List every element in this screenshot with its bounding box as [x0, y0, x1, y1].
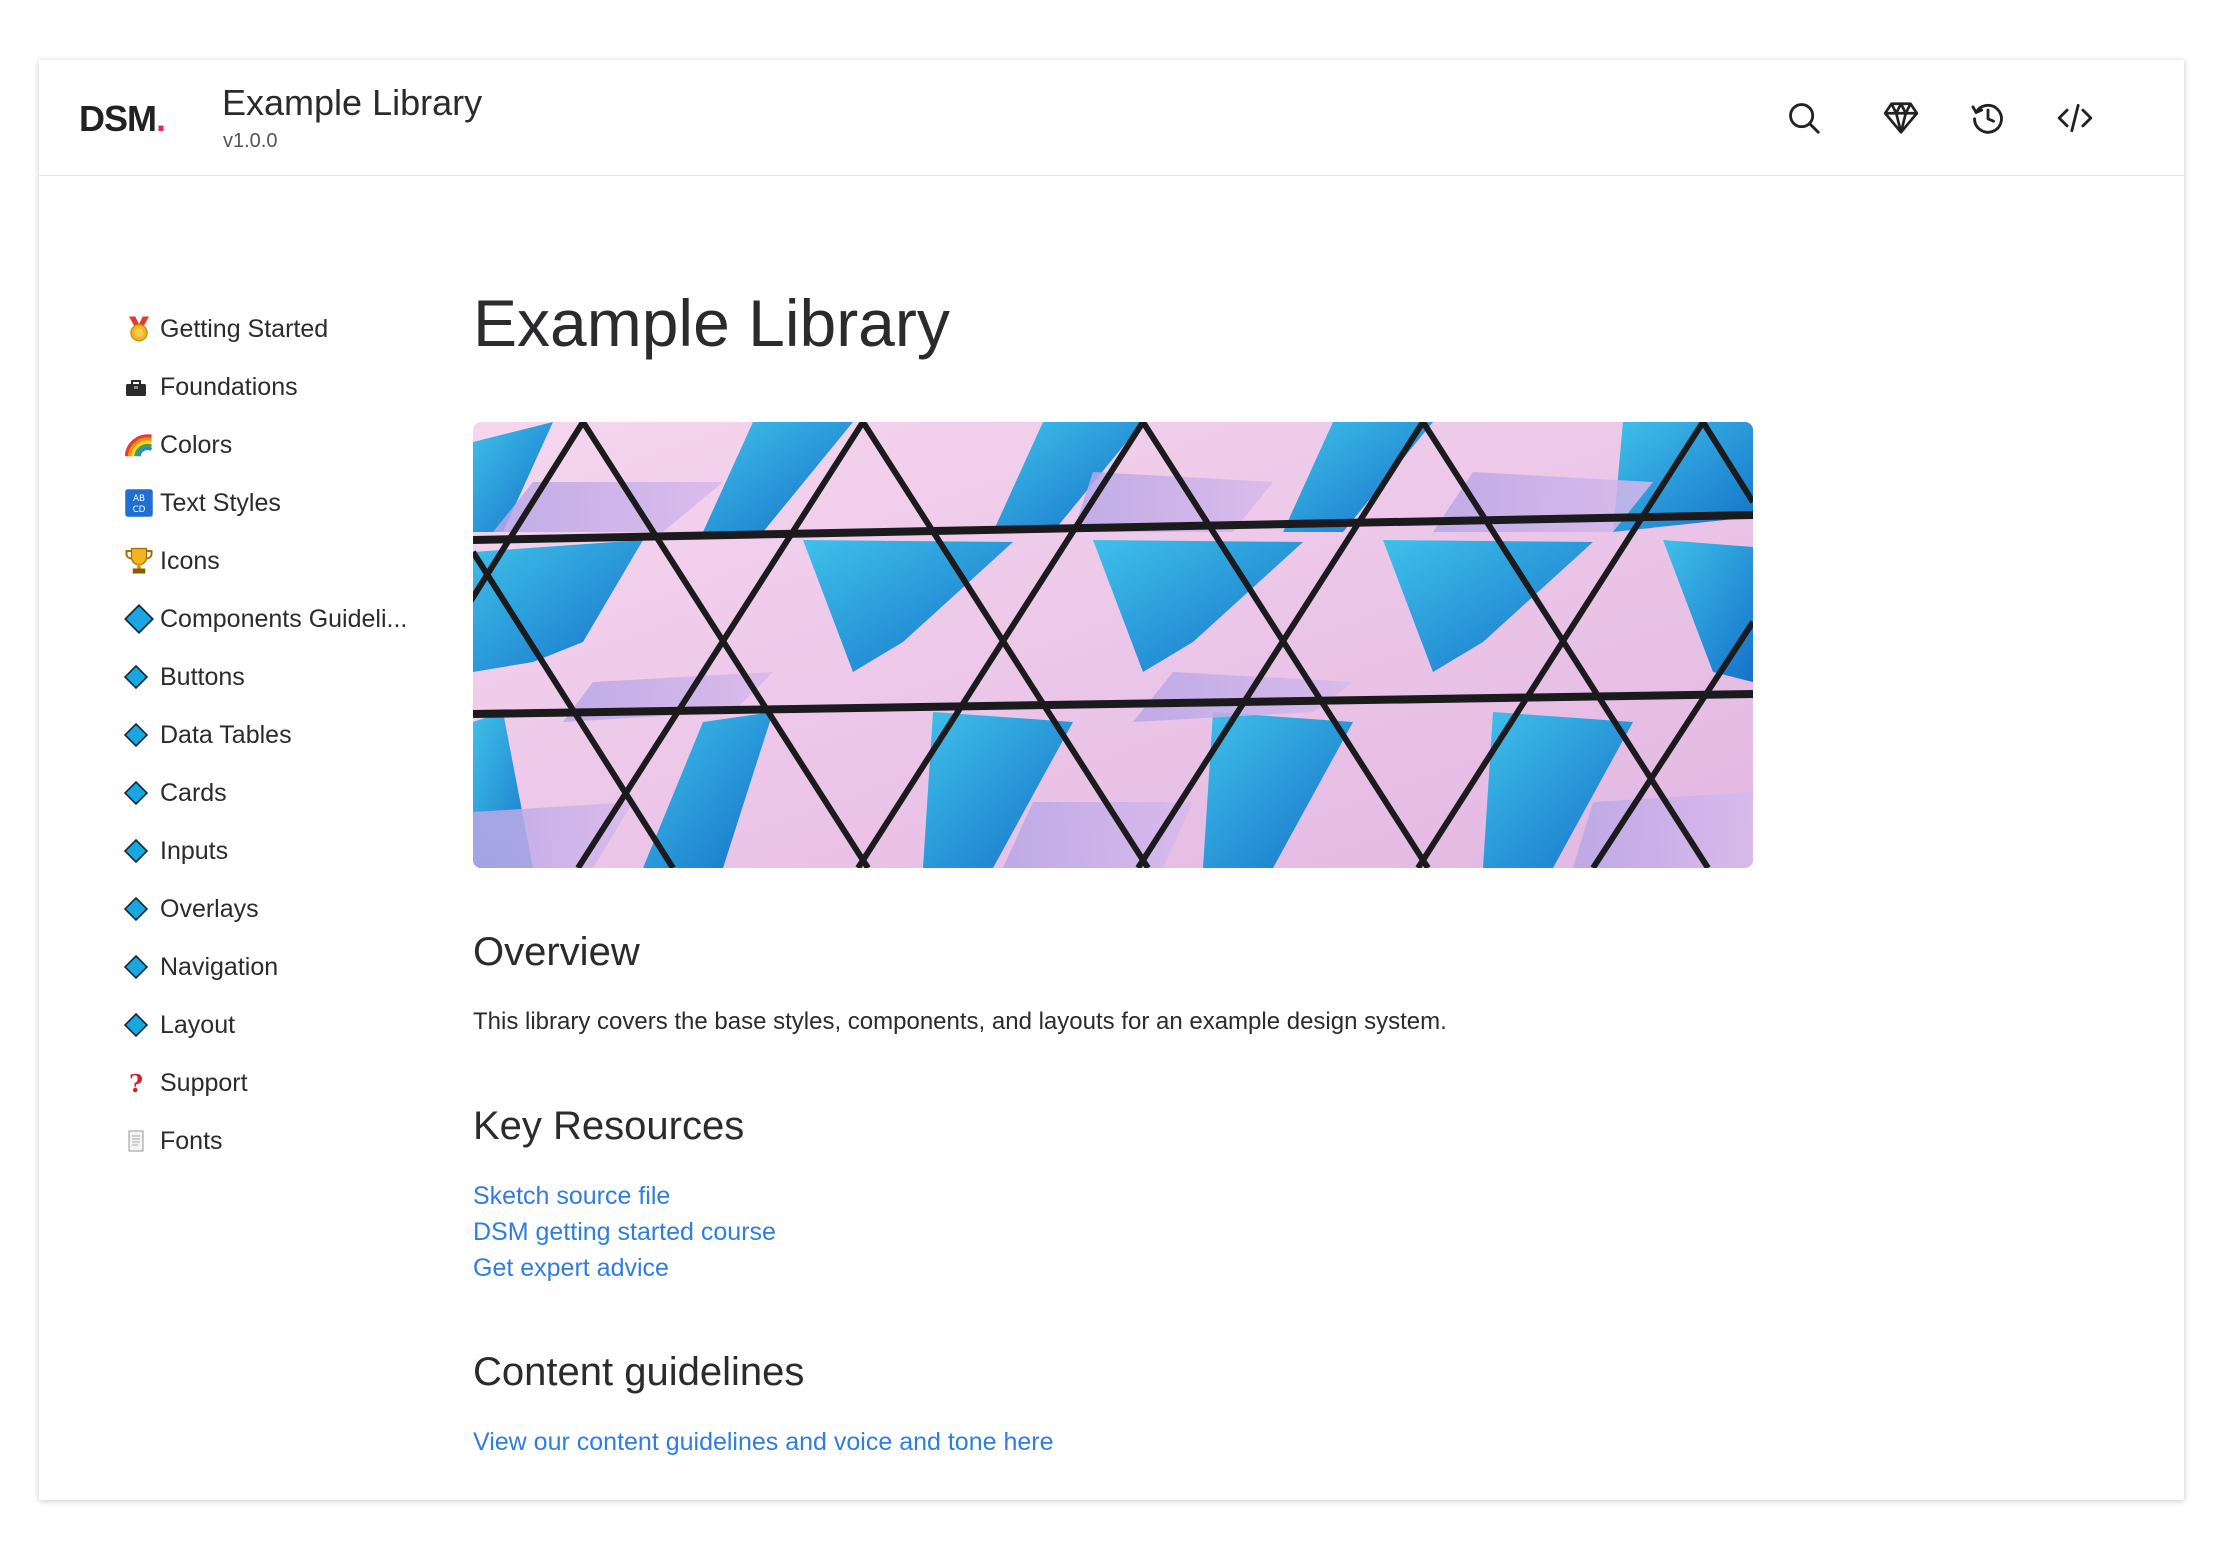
- sidebar-item-label: Text Styles: [160, 488, 281, 517]
- sidebar-item-colors[interactable]: Colors: [124, 416, 464, 474]
- sidebar-item-data-tables[interactable]: Data Tables: [124, 706, 464, 764]
- diamond-icon: [124, 720, 160, 750]
- diamond-icon: [124, 894, 160, 924]
- trophy-icon: [124, 546, 160, 576]
- content-guidelines-heading: Content guidelines: [473, 1350, 805, 1394]
- sidebar-item-label: Navigation: [160, 952, 279, 981]
- diamond-icon: [124, 604, 160, 634]
- sidebar-item-label: Data Tables: [160, 720, 292, 749]
- diamond-icon: [124, 836, 160, 866]
- sidebar-item-foundations[interactable]: Foundations: [124, 358, 464, 416]
- svg-text:CD: CD: [133, 505, 146, 515]
- page-icon: [124, 1126, 160, 1156]
- rainbow-icon: [124, 430, 160, 460]
- sidebar-item-components-guidelines[interactable]: Components Guideli...: [124, 590, 464, 648]
- sidebar-item-label: Colors: [160, 430, 233, 459]
- key-resources-heading: Key Resources: [473, 1104, 745, 1148]
- sidebar-item-layout[interactable]: Layout: [124, 996, 464, 1054]
- dsm-logo[interactable]: DSM.: [79, 98, 166, 140]
- overview-text: This library covers the base styles, com…: [473, 1008, 1447, 1035]
- sidebar-item-navigation[interactable]: Navigation: [124, 938, 464, 996]
- sketch-source-link[interactable]: Sketch source file: [473, 1182, 670, 1211]
- code-icon[interactable]: [2053, 96, 2097, 140]
- geometric-pattern-image: [473, 422, 1753, 868]
- sidebar-item-icons[interactable]: Icons: [124, 532, 464, 590]
- toolbox-icon: [124, 372, 160, 402]
- top-bar: DSM. Example Library v1.0.0: [39, 60, 2184, 176]
- sidebar-item-buttons[interactable]: Buttons: [124, 648, 464, 706]
- sidebar-item-getting-started[interactable]: Getting Started: [124, 300, 464, 358]
- hero-image: [473, 422, 1753, 868]
- svg-text:?: ?: [129, 1071, 143, 1095]
- sidebar-item-label: Overlays: [160, 894, 259, 923]
- diamond-icon: [124, 778, 160, 808]
- sidebar-item-label: Inputs: [160, 836, 229, 865]
- sidebar-item-label: Support: [160, 1068, 248, 1097]
- diamond-icon: [124, 1010, 160, 1040]
- sketch-diamond-icon[interactable]: [1879, 96, 1923, 140]
- svg-text:AB: AB: [133, 494, 145, 504]
- abcd-icon: AB CD: [124, 488, 160, 518]
- sidebar-item-label: Cards: [160, 778, 227, 807]
- diamond-icon: [124, 662, 160, 692]
- sidebar-item-inputs[interactable]: Inputs: [124, 822, 464, 880]
- logo-dot: .: [156, 98, 166, 139]
- question-icon: ?: [124, 1068, 160, 1098]
- diamond-icon: [124, 952, 160, 982]
- sidebar-item-label: Icons: [160, 546, 220, 575]
- logo-text: DSM: [79, 98, 157, 139]
- sidebar-item-fonts[interactable]: Fonts: [124, 1112, 464, 1170]
- sidebar-item-label: Components Guideli...: [160, 604, 408, 633]
- sidebar-item-text-styles[interactable]: AB CD Text Styles: [124, 474, 464, 532]
- app-window: DSM. Example Library v1.0.0 Getting Star…: [39, 60, 2184, 1500]
- sidebar-item-support[interactable]: ? Support: [124, 1054, 464, 1112]
- sidebar-item-cards[interactable]: Cards: [124, 764, 464, 822]
- page-title: Example Library: [473, 286, 950, 360]
- sidebar-item-label: Fonts: [160, 1126, 223, 1155]
- library-title: Example Library: [222, 82, 483, 123]
- sidebar-item-label: Buttons: [160, 662, 245, 691]
- dsm-course-link[interactable]: DSM getting started course: [473, 1218, 776, 1247]
- medal-icon: [124, 314, 160, 344]
- library-version: v1.0.0: [223, 130, 278, 152]
- search-icon[interactable]: [1782, 96, 1826, 140]
- sidebar-item-label: Foundations: [160, 372, 298, 401]
- sidebar-item-overlays[interactable]: Overlays: [124, 880, 464, 938]
- history-icon[interactable]: [1966, 96, 2010, 140]
- sidebar-item-label: Getting Started: [160, 314, 329, 343]
- expert-advice-link[interactable]: Get expert advice: [473, 1254, 669, 1283]
- content-guidelines-link[interactable]: View our content guidelines and voice an…: [473, 1428, 1054, 1457]
- sidebar-nav: Getting Started Foundations Colors AB CD…: [124, 300, 464, 1170]
- overview-heading: Overview: [473, 930, 640, 974]
- sidebar-item-label: Layout: [160, 1010, 236, 1039]
